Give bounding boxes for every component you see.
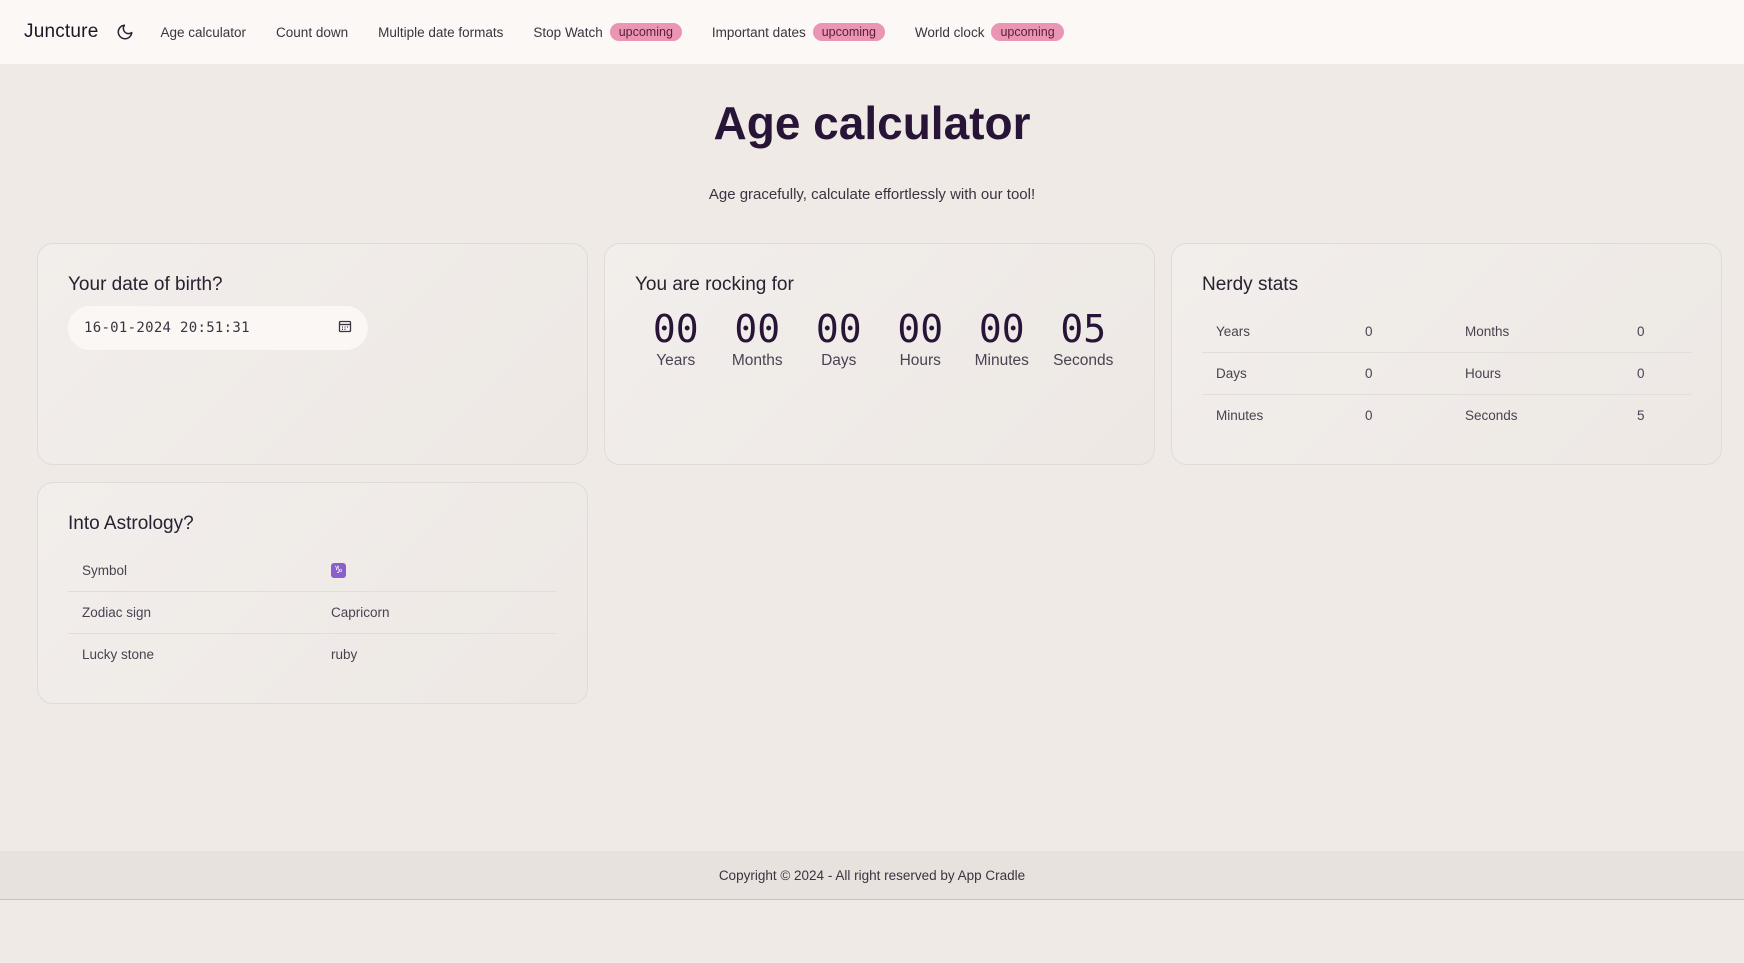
upcoming-badge: upcoming bbox=[991, 23, 1064, 41]
page-subtitle: Age gracefully, calculate effortlessly w… bbox=[708, 186, 1036, 203]
countdown-value: 00 bbox=[734, 307, 781, 351]
stat-label: Seconds bbox=[1465, 408, 1518, 423]
nav-item-label: Important dates bbox=[711, 24, 806, 40]
countdown-value: 05 bbox=[1060, 307, 1107, 351]
nav-item-age-calculator[interactable]: Age calculator bbox=[160, 25, 246, 40]
countdown-value: 00 bbox=[978, 307, 1025, 351]
astro-value: Capricorn bbox=[331, 605, 390, 620]
astro-table: Symbol ♑ Zodiac sign Capricorn Lucky sto… bbox=[68, 549, 557, 675]
astro-label: Lucky stone bbox=[82, 647, 155, 662]
footer-copyright: Copyright © 2024 - All right reserved by… bbox=[718, 867, 1026, 883]
stats-table: Years 0 Months 0 Days 0 Hours 0 Minutes … bbox=[1202, 310, 1691, 436]
countdown-label: Hours bbox=[899, 352, 941, 369]
countdown-value: 00 bbox=[652, 307, 699, 351]
countdown-card-title: You are rocking for bbox=[635, 274, 794, 295]
stat-value: 5 bbox=[1637, 408, 1645, 423]
upcoming-badge: upcoming bbox=[609, 23, 682, 41]
countdown-row: 00 Years 00 Months 00 Days 00 Hours 00 Minute… bbox=[635, 308, 1124, 370]
table-row: Lucky stone ruby bbox=[68, 633, 557, 675]
countdown-label: Seconds bbox=[1053, 352, 1114, 369]
table-row: Days 0 Hours 0 bbox=[1202, 352, 1691, 394]
stat-label: Days bbox=[1216, 366, 1247, 381]
dob-value: 16-01-2024 20:51:31 bbox=[84, 320, 250, 336]
nav-item-world-clock[interactable]: World clock upcoming bbox=[915, 23, 1064, 41]
upcoming-badge: upcoming bbox=[812, 23, 885, 41]
nav-item-multiple-date-formats[interactable]: Multiple date formats bbox=[378, 25, 503, 40]
stats-card-title: Nerdy stats bbox=[1202, 274, 1299, 295]
brand-logo[interactable]: Juncture bbox=[24, 21, 98, 43]
top-navbar: Juncture Age calculator Count down Multi… bbox=[0, 0, 1744, 64]
dob-card: Your date of birth? 16-01-2024 20:51:31 bbox=[37, 243, 588, 465]
table-row: Zodiac sign Capricorn bbox=[68, 591, 557, 633]
nav-item-label: Multiple date formats bbox=[378, 24, 504, 40]
astro-card-title: Into Astrology? bbox=[68, 513, 194, 534]
stat-label: Hours bbox=[1465, 366, 1502, 381]
countdown-days: 00 Days bbox=[798, 308, 880, 370]
capricorn-icon: ♑ bbox=[331, 562, 346, 578]
stat-value: 0 bbox=[1365, 408, 1373, 423]
table-row: Symbol ♑ bbox=[68, 549, 557, 591]
nav-item-label: World clock bbox=[914, 24, 985, 40]
nav-item-label: Age calculator bbox=[160, 24, 247, 40]
nerdy-stats-card: Nerdy stats Years 0 Months 0 Days 0 Hour… bbox=[1171, 243, 1722, 465]
stat-value: 0 bbox=[1637, 323, 1645, 339]
countdown-seconds: 05 Seconds bbox=[1043, 308, 1125, 370]
table-row: Years 0 Months 0 bbox=[1202, 310, 1691, 352]
nav-item-label: Stop Watch bbox=[533, 24, 603, 40]
nav-item-important-dates[interactable]: Important dates upcoming bbox=[712, 23, 885, 41]
countdown-years: 00 Years bbox=[635, 308, 717, 370]
nav-item-count-down[interactable]: Count down bbox=[276, 25, 348, 40]
stat-value: 0 bbox=[1365, 366, 1373, 381]
astro-label: Symbol bbox=[82, 562, 128, 578]
moon-icon[interactable] bbox=[114, 21, 136, 43]
countdown-label: Minutes bbox=[974, 352, 1029, 369]
dob-input[interactable]: 16-01-2024 20:51:31 bbox=[68, 306, 368, 350]
countdown-minutes: 00 Minutes bbox=[961, 308, 1043, 370]
countdown-label: Years bbox=[656, 352, 696, 369]
countdown-label: Months bbox=[731, 352, 783, 369]
dob-card-title: Your date of birth? bbox=[68, 274, 223, 295]
stat-label: Minutes bbox=[1216, 408, 1264, 423]
page-title: Age calculator bbox=[713, 97, 1031, 149]
footer: Copyright © 2024 - All right reserved by… bbox=[0, 851, 1744, 900]
countdown-label: Days bbox=[821, 352, 857, 369]
nav-item-stop-watch[interactable]: Stop Watch upcoming bbox=[533, 23, 682, 41]
astro-value: ruby bbox=[331, 647, 358, 662]
countdown-hours: 00 Hours bbox=[880, 308, 962, 370]
stat-value: 0 bbox=[1637, 366, 1645, 381]
stat-label: Months bbox=[1465, 323, 1510, 339]
nav-item-label: Count down bbox=[276, 24, 349, 40]
astro-label: Zodiac sign bbox=[82, 605, 152, 620]
astrology-card: Into Astrology? Symbol ♑ Zodiac sign Cap… bbox=[37, 482, 588, 704]
stat-label: Years bbox=[1216, 323, 1251, 339]
stat-value: 0 bbox=[1365, 323, 1373, 339]
calendar-icon[interactable] bbox=[338, 319, 352, 338]
table-row: Minutes 0 Seconds 5 bbox=[1202, 394, 1691, 436]
age-countdown-card: You are rocking for 00 Years 00 Months 00 D… bbox=[604, 243, 1155, 465]
countdown-value: 00 bbox=[815, 307, 862, 351]
countdown-months: 00 Months bbox=[717, 308, 799, 370]
countdown-value: 00 bbox=[897, 307, 944, 351]
